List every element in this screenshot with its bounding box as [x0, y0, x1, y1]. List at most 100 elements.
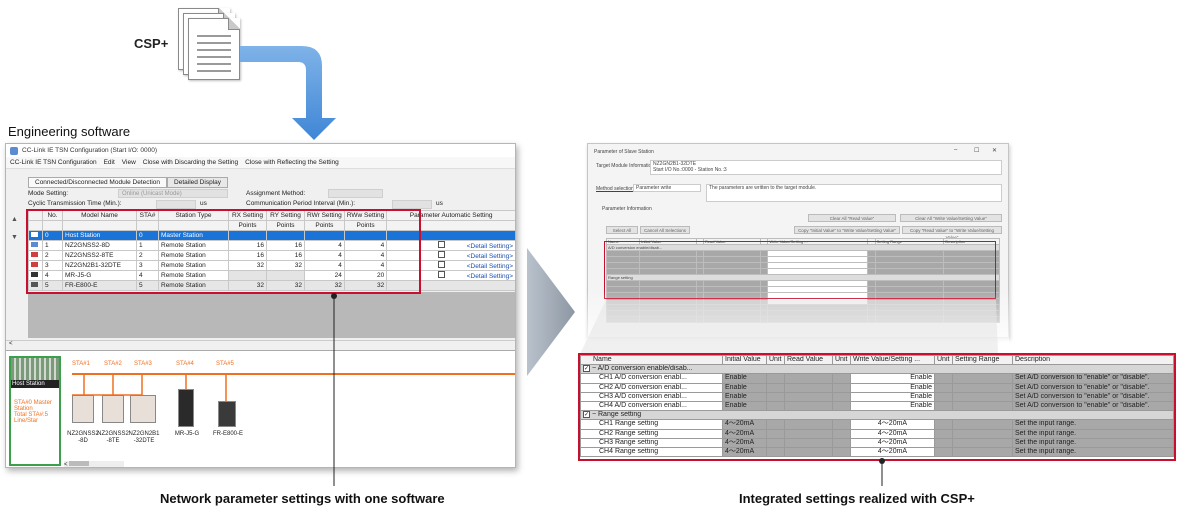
mode-select[interactable]: Online (Unicast Mode) — [118, 189, 228, 198]
assignment-method-select[interactable] — [328, 189, 383, 198]
maximize-icon[interactable]: ☐ — [974, 147, 979, 154]
auto-setting-checkbox[interactable] — [437, 251, 445, 258]
write-value[interactable]: Enable — [850, 391, 935, 402]
chevron-right-icon — [527, 248, 575, 376]
param-description: Set the input range. — [1012, 428, 1174, 439]
cyclic-time-input[interactable] — [156, 200, 196, 209]
group-checkbox[interactable]: ✓ — [583, 411, 590, 419]
write-value[interactable]: Enable — [850, 382, 935, 393]
table-row[interactable]: CH1 Range setting 4～20mA 4～20mA Set the … — [580, 419, 1174, 430]
table-row[interactable]: CH2 A/D conversion enabl... Enable Enabl… — [580, 382, 1174, 393]
scroll-down-icon[interactable]: ▼ — [11, 234, 18, 241]
device-nz2gnss2-8te[interactable] — [102, 395, 124, 423]
param-description: Set A/D conversion to "enable" or "disab… — [1012, 391, 1174, 402]
device-nz2gn2b1-32dte[interactable] — [130, 395, 156, 423]
callout-line — [331, 293, 337, 486]
comm-period-label: Communication Period Interval (Min.): — [246, 200, 356, 207]
device-nz2gnss2-8d[interactable] — [72, 395, 94, 423]
table-row[interactable]: CH3 A/D conversion enabl... Enable Enabl… — [580, 391, 1174, 402]
initial-value: 4～20mA — [722, 419, 767, 430]
plc-image — [11, 358, 59, 380]
detail-setting-link[interactable]: <Detail Setting> — [467, 253, 513, 260]
auto-setting-checkbox[interactable] — [437, 261, 445, 268]
write-value[interactable]: 4～20mA — [850, 419, 935, 430]
target-box: NZ2GN2B1-32DTE Start I/O No.:0000 - Stat… — [650, 160, 1002, 175]
select-all-button[interactable]: Select All — [606, 226, 638, 234]
auto-setting-checkbox[interactable] — [437, 241, 445, 248]
header-write: Write Value/Setting ... — [850, 355, 935, 366]
param-description: Set A/D conversion to "enable" or "disab… — [1012, 382, 1174, 393]
host-info-line: Line/Star — [14, 418, 39, 424]
tab-detailed-display[interactable]: Detailed Display — [167, 177, 228, 188]
param-info-label: Parameter Information — [602, 206, 652, 212]
method-select[interactable]: Parameter write — [633, 184, 701, 192]
device-fr-e800-e[interactable] — [218, 401, 236, 427]
param-description: Set the input range. — [1012, 437, 1174, 448]
initial-value: Enable — [722, 382, 767, 393]
sta-label: STA#2 — [104, 361, 122, 367]
minimize-icon[interactable]: – — [954, 147, 957, 153]
write-value[interactable]: 4～20mA — [850, 437, 935, 448]
table-row[interactable]: CH4 A/D conversion enabl... Enable Enabl… — [580, 400, 1174, 412]
scroll-up-icon[interactable]: ▲ — [11, 216, 18, 223]
copy-read-button[interactable]: Copy "Read Value" to "Write Value/Settin… — [902, 226, 1002, 240]
param-description: Set the input range. — [1012, 446, 1174, 458]
detail-setting-link[interactable]: <Detail Setting> — [467, 243, 513, 250]
header-description: Description — [1012, 355, 1174, 366]
cancel-all-button[interactable]: Cancel All Selections — [640, 226, 690, 234]
write-value[interactable]: 4～20mA — [850, 446, 935, 458]
caption-right: Integrated settings realized with CSP+ — [739, 491, 975, 506]
initial-value: Enable — [722, 373, 767, 384]
sta-label: STA#5 — [216, 361, 234, 367]
device-mr-j5-g[interactable] — [178, 389, 194, 427]
menu-item-close-discard[interactable]: Close with Discarding the Setting — [143, 159, 238, 166]
window-title: CC-Link IE TSN Configuration (Start I/O:… — [22, 147, 157, 154]
collapse-icon[interactable]: − — [592, 412, 596, 419]
group-checkbox[interactable]: ✓ — [583, 365, 590, 373]
param-name: CH1 A/D conversion enabl... — [580, 373, 723, 384]
clear-read-value-button[interactable]: Clear All "Read Value" — [808, 214, 896, 222]
detail-setting-link[interactable]: <Detail Setting> — [467, 273, 513, 280]
table-row[interactable]: CH1 A/D conversion enabl... Enable Enabl… — [580, 373, 1174, 384]
menu-item-edit[interactable]: Edit — [104, 159, 115, 166]
comm-unit: us — [436, 200, 443, 207]
menu-item-view[interactable]: View — [122, 159, 136, 166]
header-initial: Initial Value — [722, 355, 767, 366]
table-row[interactable]: CH3 Range setting 4～20mA 4～20mA Set the … — [580, 437, 1174, 448]
horizontal-scrollbar[interactable]: < — [6, 340, 515, 349]
header-range: Setting Range — [952, 355, 1013, 366]
copy-initial-button[interactable]: Copy "Initial Value" to "Write Value/Set… — [794, 226, 900, 234]
host-station-title: Host Station — [11, 380, 59, 388]
engineering-software-label: Engineering software — [8, 124, 131, 139]
tab-module-detection[interactable]: Connected/Disconnected Module Detection — [28, 177, 168, 188]
param-name: CH3 A/D conversion enabl... — [580, 391, 723, 402]
app-icon — [10, 146, 18, 155]
clear-write-value-button[interactable]: Clear All "Write Value/Setting Value" — [900, 214, 1002, 222]
sta-label: STA#3 — [134, 361, 152, 367]
sta-label: STA#1 — [72, 361, 90, 367]
csp-document-icon — [188, 18, 240, 80]
device-label: FR-E800-E — [212, 431, 243, 437]
write-value[interactable]: Enable — [850, 400, 935, 412]
menu-item-close-reflect[interactable]: Close with Reflecting the Setting — [245, 159, 339, 166]
param-description: Set A/D conversion to "enable" or "disab… — [1012, 373, 1174, 384]
close-icon[interactable]: ✕ — [992, 147, 997, 154]
mode-setting-label: Mode Setting: — [28, 190, 69, 197]
table-row[interactable]: CH4 Range setting 4～20mA 4～20mA Set the … — [580, 446, 1174, 458]
menu-item-config[interactable]: CC-Link IE TSN Configuration — [10, 159, 97, 166]
topology-scrollbar[interactable]: < — [64, 461, 124, 467]
write-value[interactable]: 4～20mA — [850, 428, 935, 439]
auto-setting-checkbox[interactable] — [437, 271, 445, 278]
target-label: Target Module Information: — [596, 163, 656, 169]
param-name: CH4 Range setting — [580, 446, 723, 458]
write-value[interactable]: Enable — [850, 373, 935, 384]
host-station-card[interactable]: Host Station STA#0 Master Station Total … — [9, 356, 61, 466]
collapse-icon[interactable]: − — [592, 366, 596, 373]
initial-value: Enable — [722, 400, 767, 412]
cyclic-unit: us — [200, 200, 207, 207]
header-read: Read Value — [784, 355, 833, 366]
comm-period-input[interactable] — [392, 200, 432, 209]
table-row[interactable]: CH2 Range setting 4～20mA 4～20mA Set the … — [580, 428, 1174, 439]
device-label: NZ2GN2B1 -32DTE — [128, 431, 160, 444]
detail-setting-link[interactable]: <Detail Setting> — [467, 263, 513, 270]
